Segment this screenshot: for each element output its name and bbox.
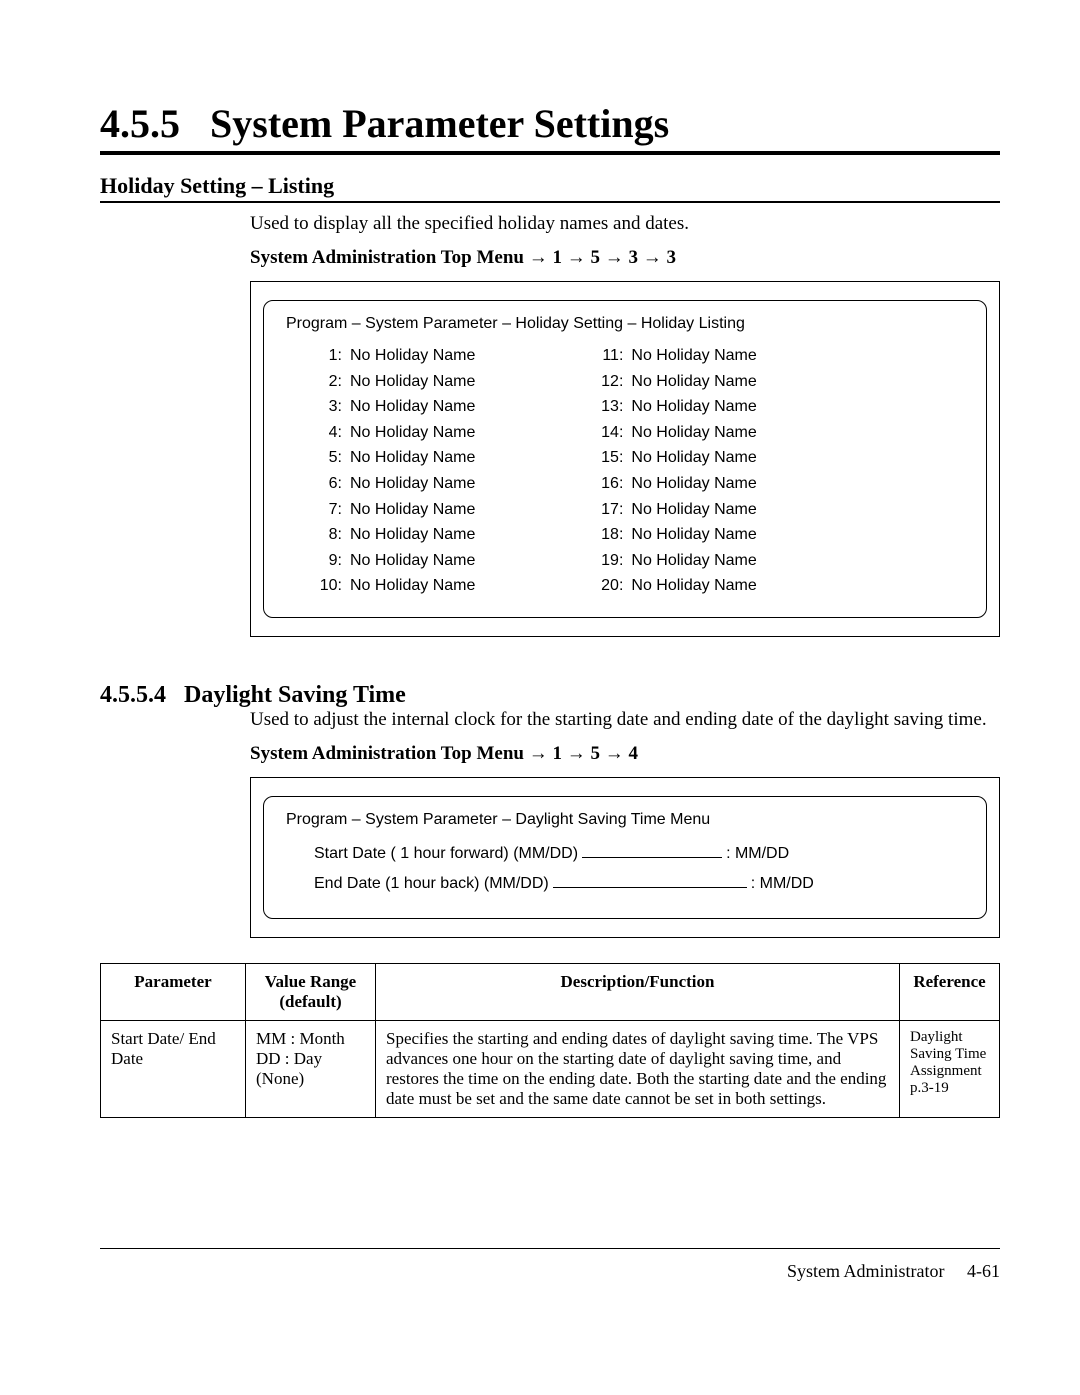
holiday-text: No Holiday Name [350, 394, 475, 420]
section-title-text: System Parameter Settings [210, 100, 669, 147]
holiday-text: No Holiday Name [631, 471, 756, 497]
holiday-text: No Holiday Name [631, 497, 756, 523]
holiday-num: 17: [595, 497, 623, 523]
dst-start-label: Start Date ( 1 hour forward) (MM/DD) [314, 839, 578, 869]
holiday-num: 16: [595, 471, 623, 497]
holiday-num: 3: [314, 394, 342, 420]
holiday-text: No Holiday Name [350, 522, 475, 548]
section-heading: 4.5.5 System Parameter Settings [100, 100, 1000, 147]
holiday-num: 14: [595, 420, 623, 446]
footer-page-number: 4-61 [967, 1261, 1000, 1281]
dst-end-value: : MM/DD [751, 869, 814, 899]
holiday-text: No Holiday Name [350, 548, 475, 574]
holiday-text: No Holiday Name [631, 522, 756, 548]
cell-value-range: MM : Month DD : Day (None) [246, 1020, 376, 1117]
subsection-rule [100, 201, 1000, 203]
holiday-text: No Holiday Name [350, 369, 475, 395]
holiday-num: 2: [314, 369, 342, 395]
dst-heading: 4.5.5.4 Daylight Saving Time [100, 682, 1000, 709]
holiday-num: 11: [595, 343, 623, 369]
dst-title: Daylight Saving Time [184, 682, 406, 709]
dst-screen-title: Program – System Parameter – Daylight Sa… [286, 811, 964, 829]
holiday-col-left: 1: No Holiday Name 2: No Holiday Name 3: No… [314, 343, 475, 599]
holiday-num: 1: [314, 343, 342, 369]
cell-parameter: Start Date/ End Date [101, 1020, 246, 1117]
holiday-listing-screen: Program – System Parameter – Holiday Set… [250, 281, 1000, 637]
dst-intro: Used to adjust the internal clock for th… [250, 709, 1000, 731]
holiday-text: No Holiday Name [631, 420, 756, 446]
th-description: Description/Function [376, 963, 900, 1020]
holiday-listing-inner: Program – System Parameter – Holiday Set… [263, 300, 987, 618]
holiday-text: No Holiday Name [350, 420, 475, 446]
holiday-text: No Holiday Name [350, 573, 475, 599]
dst-menu-path: System Administration Top Menu → 1 → 5 →… [250, 743, 1000, 765]
holiday-text: No Holiday Name [350, 445, 475, 471]
holiday-listing-screen-title: Program – System Parameter – Holiday Set… [286, 315, 964, 333]
parameter-table: Parameter Value Range (default) Descript… [100, 963, 1000, 1118]
holiday-num: 18: [595, 522, 623, 548]
holiday-text: No Holiday Name [631, 394, 756, 420]
holiday-text: No Holiday Name [631, 573, 756, 599]
holiday-num: 5: [314, 445, 342, 471]
cell-reference: Daylight Saving Time Assignment p.3-19 [900, 1020, 1000, 1117]
holiday-num: 13: [595, 394, 623, 420]
holiday-text: No Holiday Name [350, 497, 475, 523]
dst-start-value: : MM/DD [726, 839, 789, 869]
table-row: Start Date/ End Date MM : Month DD : Day… [101, 1020, 1000, 1117]
dst-screen: Program – System Parameter – Daylight Sa… [250, 777, 1000, 938]
footer-label: System Administrator [787, 1261, 945, 1281]
holiday-num: 6: [314, 471, 342, 497]
cell-description: Specifies the starting and ending dates … [376, 1020, 900, 1117]
section-rule [100, 151, 1000, 155]
holiday-text: No Holiday Name [631, 343, 756, 369]
dst-dash [553, 874, 747, 888]
holiday-col-right: 11: No Holiday Name 12: No Holiday Name 13… [595, 343, 756, 599]
page-footer: System Administrator 4-61 [100, 1248, 1000, 1282]
holiday-num: 12: [595, 369, 623, 395]
holiday-num: 7: [314, 497, 342, 523]
holiday-text: No Holiday Name [350, 471, 475, 497]
th-reference: Reference [900, 963, 1000, 1020]
holiday-listing-menu-path: System Administration Top Menu → 1 → 5 →… [250, 247, 1000, 269]
holiday-num: 8: [314, 522, 342, 548]
holiday-num: 19: [595, 548, 623, 574]
holiday-listing-intro: Used to display all the specified holida… [250, 213, 1000, 235]
th-parameter: Parameter [101, 963, 246, 1020]
holiday-num: 15: [595, 445, 623, 471]
holiday-listing-heading: Holiday Setting – Listing [100, 173, 1000, 199]
dst-number: 4.5.5.4 [100, 682, 166, 709]
dst-inner: Program – System Parameter – Daylight Sa… [263, 796, 987, 919]
holiday-num: 10: [314, 573, 342, 599]
holiday-text: No Holiday Name [350, 343, 475, 369]
holiday-num: 9: [314, 548, 342, 574]
th-value-range: Value Range (default) [246, 963, 376, 1020]
holiday-text: No Holiday Name [631, 445, 756, 471]
holiday-num: 4: [314, 420, 342, 446]
holiday-text: No Holiday Name [631, 548, 756, 574]
holiday-text: No Holiday Name [631, 369, 756, 395]
dst-end-label: End Date (1 hour back) (MM/DD) [314, 869, 549, 899]
section-number: 4.5.5 [100, 100, 180, 147]
dst-dash [582, 844, 722, 858]
holiday-num: 20: [595, 573, 623, 599]
